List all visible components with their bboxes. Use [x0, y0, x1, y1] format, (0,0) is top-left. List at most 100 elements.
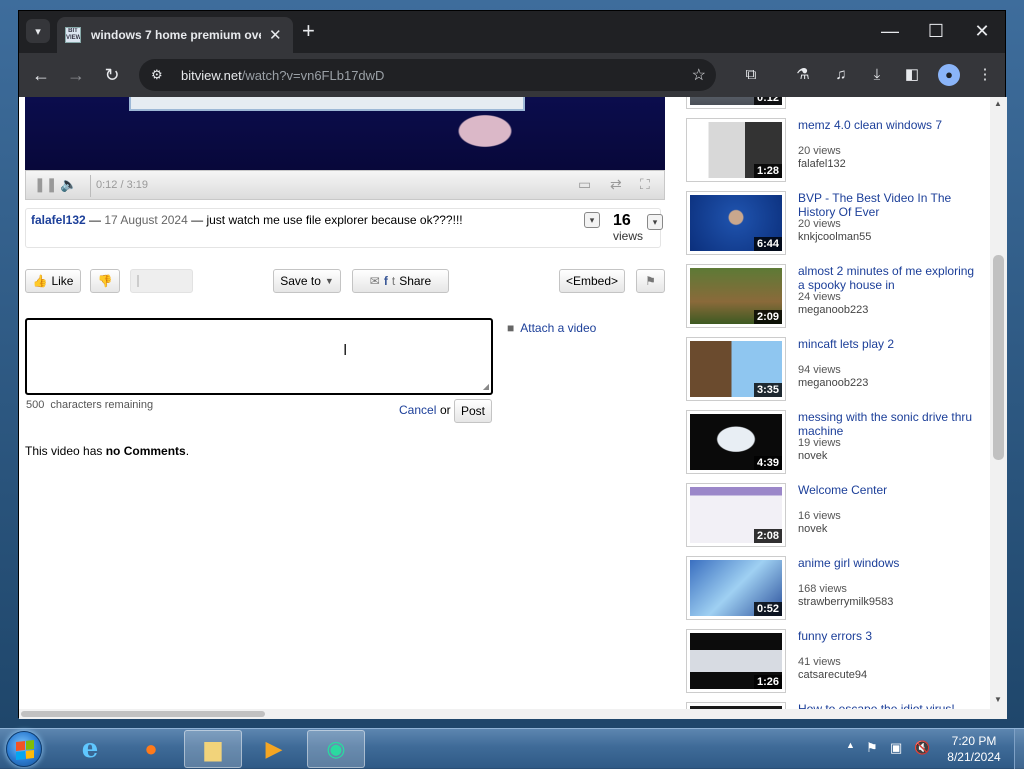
reload-icon[interactable]: ↻: [99, 62, 125, 88]
dislike-button[interactable]: 👎: [90, 269, 120, 293]
views-label: views: [613, 229, 644, 243]
related-views: 19 views: [798, 437, 841, 449]
media-queue-icon[interactable]: ♫: [829, 63, 853, 87]
vertical-scrollbar[interactable]: ▲ ▼: [990, 97, 1007, 719]
profile-avatar-icon[interactable]: ●: [938, 64, 960, 86]
player-controls: ❚❚ 🔈 0:12 / 3:19 ▭ ⇄ ⛶: [25, 170, 665, 200]
related-thumbnail[interactable]: 1:28: [686, 118, 786, 182]
new-tab-icon[interactable]: +: [302, 20, 315, 42]
pause-icon[interactable]: ❚❚: [34, 176, 57, 193]
tab-search-icon[interactable]: ▾: [26, 19, 50, 43]
network-icon[interactable]: ▣: [890, 740, 902, 756]
related-user[interactable]: strawberrymilk9583: [798, 596, 893, 608]
share-button[interactable]: ✉ f t Share: [352, 269, 449, 293]
attach-video-link[interactable]: ■ Attach a video: [507, 321, 596, 335]
expand-description-icon[interactable]: ▾: [584, 212, 600, 228]
related-title[interactable]: anime girl windows: [798, 556, 983, 570]
action-center-flag-icon[interactable]: ⚑: [866, 740, 878, 756]
related-thumbnail[interactable]: 6:44: [686, 191, 786, 255]
menu-dots-icon[interactable]: ⋮: [973, 63, 997, 87]
minimize-icon[interactable]: —: [867, 17, 913, 45]
save-to-button[interactable]: Save to ▼: [273, 269, 341, 293]
labs-flask-icon[interactable]: ⚗: [791, 63, 815, 87]
related-user[interactable]: novek: [798, 523, 827, 535]
firefox-icon[interactable]: ●: [122, 730, 180, 768]
expand-stats-icon[interactable]: ▾: [647, 214, 663, 230]
site-info-icon[interactable]: ⚙: [151, 67, 173, 83]
related-title[interactable]: Welcome Center: [798, 483, 983, 497]
related-user[interactable]: falafel132: [798, 158, 846, 170]
show-desktop-button[interactable]: [1014, 729, 1024, 769]
flag-button[interactable]: ⚑: [636, 269, 665, 293]
start-button[interactable]: [6, 731, 42, 767]
related-user[interactable]: meganoob223: [798, 304, 868, 316]
duration-badge: 0:52: [753, 602, 782, 616]
like-button[interactable]: 👍 Like: [25, 269, 81, 293]
popout-icon[interactable]: ▭: [578, 176, 591, 193]
dropdown-arrow-icon: ▼: [324, 276, 334, 286]
thumbnail-image: 0:12: [690, 97, 782, 105]
horizontal-scrollbar[interactable]: [19, 709, 990, 719]
tab-close-icon[interactable]: ✕: [269, 26, 282, 44]
browser-app-icon[interactable]: ◉: [307, 730, 365, 768]
forward-icon[interactable]: →: [63, 62, 89, 88]
duration-badge: 1:28: [753, 164, 782, 178]
related-user[interactable]: novek: [798, 450, 827, 462]
comment-textarea[interactable]: I ◢: [25, 318, 493, 395]
resize-grip-icon[interactable]: ◢: [483, 382, 489, 391]
video-description: just watch me use file explorer because …: [206, 213, 463, 227]
internet-explorer-icon[interactable]: e: [61, 730, 119, 768]
scrollbar-thumb[interactable]: [993, 255, 1004, 460]
volume-icon[interactable]: 🔈: [60, 176, 77, 193]
show-hidden-icons-icon[interactable]: ▲: [846, 740, 855, 750]
repeat-icon[interactable]: ⇄: [610, 176, 622, 193]
email-icon: ✉: [369, 274, 380, 288]
related-thumbnail[interactable]: 0:12: [686, 97, 786, 109]
related-title[interactable]: messing with the sonic drive thru machin…: [798, 410, 983, 438]
post-button[interactable]: Post: [454, 399, 492, 423]
related-user[interactable]: catsarecute94: [798, 669, 867, 681]
scroll-down-icon[interactable]: ▼: [994, 695, 1002, 704]
window-close-icon[interactable]: ✕: [959, 17, 1005, 45]
separator: —: [85, 213, 105, 227]
fullscreen-icon[interactable]: ⛶: [640, 176, 650, 193]
thumbs-up-icon: 👍: [32, 274, 48, 288]
uploader-link[interactable]: falafel132: [31, 213, 86, 227]
address-bar[interactable]: ⚙ bitview.net/watch?v=vn6FLb17dwD ☆: [139, 59, 716, 91]
bookmark-star-icon[interactable]: ☆: [692, 65, 706, 85]
related-title[interactable]: almost 2 minutes of me exploring a spook…: [798, 264, 983, 292]
embed-button[interactable]: <Embed>: [559, 269, 625, 293]
maximize-icon[interactable]: ☐: [913, 17, 959, 45]
related-title[interactable]: BVP - The Best Video In The History Of E…: [798, 191, 983, 219]
thumbnail-image: 3:35: [690, 341, 782, 397]
related-views: 20 views: [798, 145, 841, 157]
related-title[interactable]: funny errors 3: [798, 629, 983, 643]
system-clock[interactable]: 7:20 PM 8/21/2024: [940, 733, 1008, 765]
back-icon[interactable]: ←: [28, 62, 54, 88]
related-thumbnail[interactable]: 3:35: [686, 337, 786, 401]
volume-muted-icon[interactable]: 🔇: [914, 740, 930, 756]
related-title[interactable]: mincaft lets play 2: [798, 337, 983, 351]
extensions-icon[interactable]: ⧉: [739, 63, 763, 87]
related-title[interactable]: memz 4.0 clean windows 7: [798, 118, 983, 132]
related-thumbnail[interactable]: 0:52: [686, 556, 786, 620]
no-comments-prefix: This video has: [25, 444, 106, 458]
download-icon[interactable]: ⤓: [865, 63, 889, 87]
related-thumbnail[interactable]: 2:08: [686, 483, 786, 547]
related-user[interactable]: knkjcoolman55: [798, 231, 871, 243]
cancel-link[interactable]: Cancel: [399, 403, 436, 417]
horizontal-scrollbar-thumb[interactable]: [21, 711, 265, 717]
related-thumbnail[interactable]: 2:09: [686, 264, 786, 328]
clock-date: 8/21/2024: [947, 750, 1001, 764]
related-thumbnail[interactable]: 1:26: [686, 629, 786, 693]
related-thumbnail[interactable]: 4:39: [686, 410, 786, 474]
media-player-icon[interactable]: ▶: [245, 730, 303, 768]
side-panel-icon[interactable]: ◧: [900, 63, 924, 87]
browser-tab[interactable]: BIT VIEW windows 7 home premium ove ✕: [57, 17, 293, 53]
video-player[interactable]: [25, 97, 665, 170]
browser-toolbar: ← → ↻ ⚙ bitview.net/watch?v=vn6FLb17dwD …: [19, 53, 1005, 97]
related-user[interactable]: meganoob223: [798, 377, 868, 389]
or-text: or: [440, 403, 451, 417]
file-explorer-icon[interactable]: ▆: [184, 730, 242, 768]
scroll-up-icon[interactable]: ▲: [994, 99, 1002, 108]
